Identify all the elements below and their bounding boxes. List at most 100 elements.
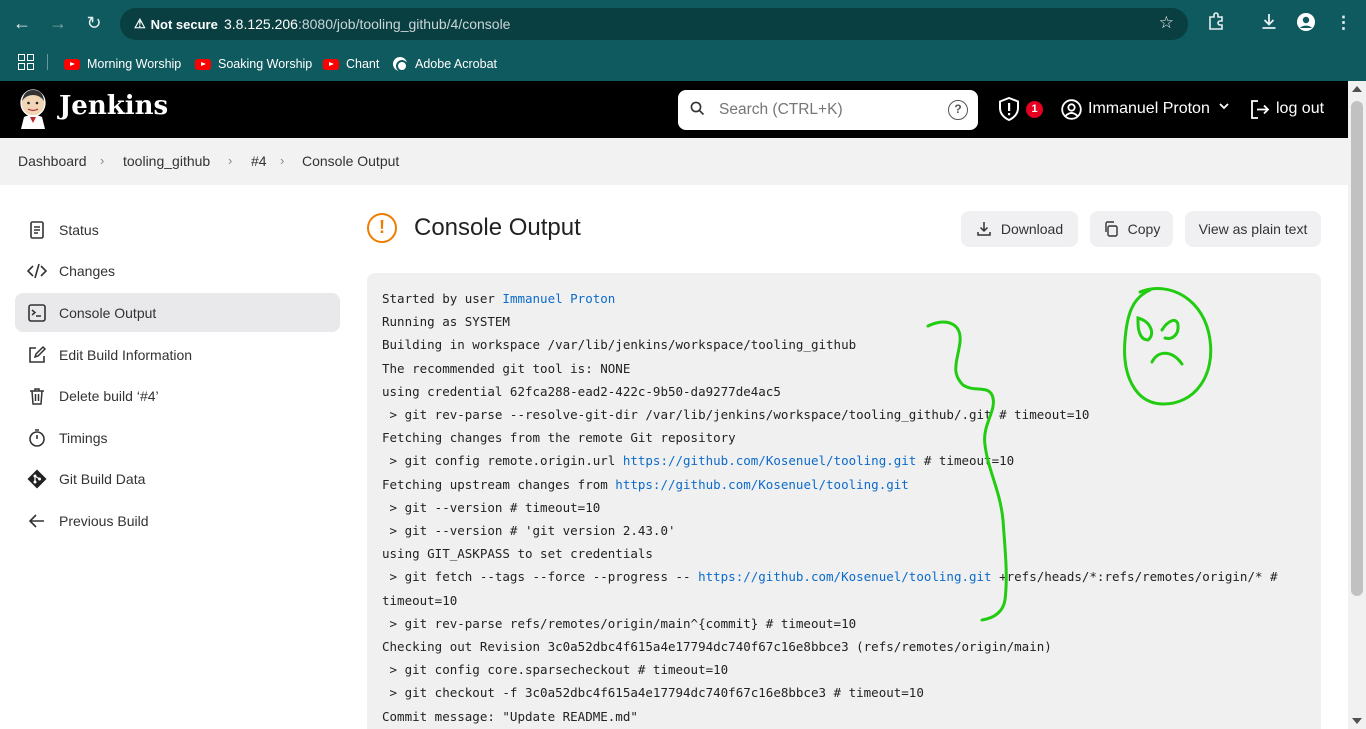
breadcrumb: Dashboard › tooling_github › #4 › Consol…: [0, 138, 1348, 185]
console-link[interactable]: https://github.com/Kosenuel/tooling.git: [698, 569, 992, 584]
forward-arrow-icon[interactable]: →: [47, 12, 69, 34]
chevron-right-icon: ›: [100, 153, 105, 168]
menu-kebab-icon[interactable]: ⋮: [1335, 12, 1352, 34]
logout-link[interactable]: log out: [1276, 100, 1324, 118]
console-text: Started by user: [382, 291, 503, 306]
scroll-down-arrow-icon[interactable]: [1352, 718, 1362, 724]
console-line: > git rev-parse refs/remotes/origin/main…: [382, 615, 857, 631]
stopwatch-icon: [29, 428, 45, 447]
acrobat-icon: [393, 57, 408, 72]
copy-button[interactable]: Copy: [1090, 211, 1173, 247]
bookmark-star-icon[interactable]: ☆: [1159, 13, 1174, 33]
youtube-icon: [64, 58, 80, 70]
console-link[interactable]: https://github.com/Kosenuel/tooling.git: [615, 477, 909, 492]
profile-icon[interactable]: [1296, 12, 1316, 38]
sidebar-item-label: Git Build Data: [59, 470, 146, 487]
sidebar-item-console-output[interactable]: Console Output: [15, 293, 340, 332]
user-avatar-icon[interactable]: [1061, 99, 1082, 120]
address-bar[interactable]: ⚠ Not secure 3.8.125.206:8080/job/toolin…: [120, 8, 1188, 40]
code-icon: [27, 263, 47, 278]
download-button[interactable]: Download: [961, 211, 1078, 247]
console-text: using credential 62fca288-ead2-422c-9b50…: [382, 383, 781, 399]
sidebar-item-git-build-data[interactable]: Git Build Data: [15, 459, 340, 498]
console-line: timeout=10: [382, 593, 457, 608]
security-shield-icon[interactable]: [998, 97, 1020, 121]
console-link[interactable]: Immanuel Proton: [502, 291, 615, 306]
console-line: Fetching upstream changes from https://g…: [382, 477, 909, 492]
bookmark-label: Chant: [346, 57, 380, 71]
url-path: :8080/job/tooling_github/4/console: [297, 16, 511, 32]
scroll-up-arrow-icon[interactable]: [1352, 86, 1362, 92]
console-line: > git config core.sparsecheckout # timeo…: [382, 662, 729, 678]
page-title: Console Output: [414, 214, 581, 241]
console-text: > git --version # timeout=10: [382, 499, 601, 515]
bookmark-adobe-acrobat[interactable]: Adobe Acrobat: [393, 53, 497, 75]
scrollbar-thumb[interactable]: [1351, 101, 1363, 596]
chevron-down-icon[interactable]: [1218, 100, 1230, 115]
console-text: using GIT_ASKPASS to set credentials: [382, 546, 653, 562]
sidebar-item-previous-build[interactable]: Previous Build: [15, 501, 340, 540]
search-input[interactable]: [719, 99, 939, 121]
breadcrumb-build[interactable]: #4: [251, 153, 267, 169]
extensions-icon[interactable]: [1207, 12, 1225, 36]
sidebar-item-status[interactable]: Status: [15, 210, 340, 249]
console-line: Running as SYSTEM: [382, 314, 510, 329]
security-badge[interactable]: 1: [1026, 101, 1043, 118]
console-text: > git config core.sparsecheckout # timeo…: [382, 662, 729, 678]
edit-icon: [29, 345, 47, 363]
sidebar-item-timings[interactable]: Timings: [15, 418, 340, 457]
copy-icon: [1104, 221, 1118, 237]
console-text: > git rev-parse refs/remotes/origin/main…: [382, 615, 857, 631]
git-icon: [27, 469, 47, 488]
jenkins-logo-icon[interactable]: [18, 89, 48, 129]
console-line: Building in workspace /var/lib/jenkins/w…: [382, 337, 856, 352]
console-line: Commit message: "Update README.md": [382, 709, 638, 724]
sidebar-item-changes[interactable]: Changes: [15, 251, 340, 290]
console-line: using GIT_ASKPASS to set credentials: [382, 546, 653, 561]
console-line: Fetching changes from the remote Git rep…: [382, 430, 736, 445]
sidebar-item-edit-build-information[interactable]: Edit Build Information: [15, 335, 340, 374]
logout-icon[interactable]: [1249, 99, 1270, 120]
console-text: Building in workspace /var/lib/jenkins/w…: [382, 337, 857, 353]
download-icon[interactable]: [1260, 12, 1278, 36]
console-text: > git checkout -f 3c0a52dbc4f615a4e17794…: [382, 685, 924, 701]
view-plain-text-label: View as plain text: [1198, 221, 1308, 237]
help-icon[interactable]: ?: [948, 100, 968, 120]
console-text: > git config remote.origin.url: [382, 453, 623, 469]
console-text: Running as SYSTEM: [382, 314, 510, 330]
copy-button-label: Copy: [1127, 221, 1161, 237]
back-arrow-icon[interactable]: ←: [11, 12, 33, 34]
breadcrumb-dashboard[interactable]: Dashboard: [18, 153, 87, 169]
page-scrollbar[interactable]: [1348, 81, 1366, 729]
console-link[interactable]: https://github.com/Kosenuel/tooling.git: [623, 453, 917, 468]
youtube-icon: [323, 58, 339, 70]
brand-name[interactable]: Jenkins: [59, 91, 168, 121]
view-plain-text-button[interactable]: View as plain text: [1185, 211, 1321, 247]
sidebar-item-label: Delete build ‘#4’: [59, 387, 159, 404]
url-text[interactable]: 3.8.125.206:8080/job/tooling_github/4/co…: [224, 16, 510, 32]
console-text: +refs/heads/*:refs/remotes/origin/* #: [991, 569, 1278, 585]
breadcrumb-job[interactable]: tooling_github: [123, 153, 210, 169]
console-line: > git config remote.origin.url https://g…: [382, 453, 1015, 469]
bookmark-soaking-worship[interactable]: Soaking Worship: [195, 53, 312, 75]
chevron-right-icon: ›: [280, 153, 285, 168]
console-line: > git rev-parse --resolve-git-dir /var/l…: [382, 407, 1090, 422]
chevron-right-icon: ›: [228, 153, 233, 168]
bookmark-label: Adobe Acrobat: [415, 57, 498, 71]
console-text: Fetching changes from the remote Git rep…: [382, 430, 736, 446]
user-name[interactable]: Immanuel Proton: [1088, 100, 1210, 118]
search-icon: [690, 101, 705, 119]
bookmarks-divider: [47, 54, 48, 70]
console-text: > git fetch --tags --force --progress --: [382, 569, 699, 585]
bookmark-label: Soaking Worship: [218, 57, 313, 71]
terminal-icon: [28, 303, 46, 322]
search-box[interactable]: ?: [678, 90, 978, 130]
reload-icon[interactable]: ↻: [83, 12, 105, 34]
breadcrumb-console-output[interactable]: Console Output: [302, 153, 399, 169]
sidebar-item-delete-build[interactable]: Delete build ‘#4’: [15, 376, 340, 415]
bookmark-morning-worship[interactable]: Morning Worship: [64, 53, 181, 75]
apps-grid-icon[interactable]: [18, 54, 34, 70]
security-indicator[interactable]: ⚠ Not secure: [128, 12, 224, 36]
console-text: Commit message: "Update README.md": [382, 708, 638, 724]
bookmark-chant[interactable]: Chant: [323, 53, 379, 75]
